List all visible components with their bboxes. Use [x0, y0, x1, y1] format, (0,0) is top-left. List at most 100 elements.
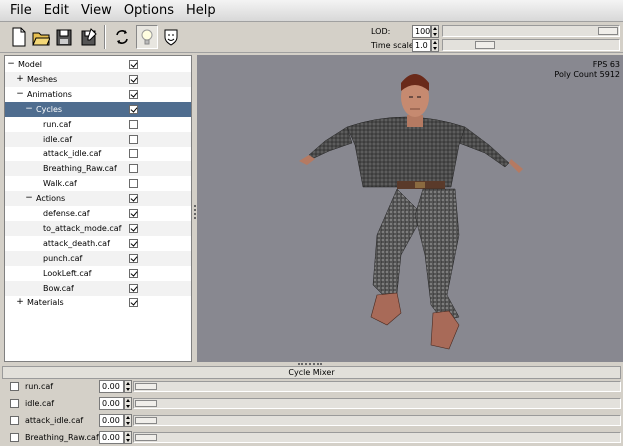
tree-row-checkbox[interactable] [129, 179, 138, 189]
app-window: File Edit View Options Help LOD: 100 Tim… [0, 0, 623, 446]
mixer-checkbox[interactable] [10, 433, 19, 442]
save-as-button[interactable] [78, 25, 100, 49]
timescale-slider-handle[interactable] [475, 41, 495, 49]
shield-icon [164, 29, 178, 46]
tree-row-checkbox[interactable] [129, 298, 138, 308]
tree-row-label: Meshes [27, 74, 58, 84]
tree-row[interactable]: attack_idle.caf [5, 146, 191, 161]
tree-expander[interactable]: + [16, 295, 24, 310]
lighting-toggle-button[interactable] [136, 25, 158, 49]
tree-row[interactable]: + Materials [5, 295, 191, 310]
refresh-icon [116, 30, 128, 44]
tree-row[interactable]: idle.caf [5, 131, 191, 147]
tree-expander[interactable]: − [25, 191, 33, 206]
timescale-spinbox[interactable]: 1.0 [412, 39, 431, 52]
mixer-weight-handle[interactable] [135, 400, 157, 407]
mixer-weight-handle[interactable] [135, 417, 157, 424]
mixer-weight-arrows[interactable] [124, 397, 132, 410]
tree-expander[interactable]: + [16, 72, 24, 87]
tree-row[interactable]: − Actions [5, 191, 191, 207]
mixer-weight-slider[interactable] [133, 415, 621, 426]
mixer-checkbox[interactable] [10, 399, 19, 408]
menu-options[interactable]: Options [118, 3, 180, 18]
menu-edit[interactable]: Edit [38, 3, 75, 18]
tree-row-label: Walk.caf [43, 179, 77, 189]
tree-row-label: to_attack_mode.caf [43, 223, 122, 233]
tree-row[interactable]: punch.caf [5, 250, 191, 266]
mixer-weight-slider[interactable] [133, 432, 621, 443]
tree-row-checkbox[interactable] [129, 74, 138, 84]
tree-row-label: Actions [36, 194, 66, 204]
tree-expander[interactable]: − [25, 102, 33, 117]
mixer-row: run.caf 0.00 [4, 379, 623, 396]
mixer-checkbox[interactable] [10, 416, 19, 425]
tree-row[interactable]: attack_death.caf [5, 236, 191, 251]
mixer-weight-spinbox[interactable]: 0.00 [99, 380, 124, 393]
tree-row[interactable]: defense.caf [5, 206, 191, 221]
tree-row[interactable]: to_attack_mode.caf [5, 220, 191, 236]
tree-expander[interactable]: − [7, 57, 15, 72]
toolbar-separator [104, 25, 106, 49]
timescale-spin-arrows[interactable] [431, 39, 439, 52]
tree-row-label: Cycles [36, 104, 63, 114]
tree-row[interactable]: + Meshes [5, 71, 191, 87]
mixer-weight-arrows[interactable] [124, 431, 132, 444]
menu-view[interactable]: View [75, 3, 118, 18]
tree-row-checkbox[interactable] [129, 60, 138, 69]
mixer-weight-slider[interactable] [133, 398, 621, 409]
tree-row-label: run.caf [43, 119, 72, 129]
lod-slider-handle[interactable] [598, 27, 618, 35]
tree-row-checkbox[interactable] [129, 134, 138, 144]
save-button[interactable] [53, 25, 75, 49]
mixer-weight-spinbox[interactable]: 0.00 [99, 397, 124, 410]
tree-row[interactable]: − Model [5, 57, 191, 72]
tree-row[interactable]: Bow.caf [5, 280, 191, 296]
tree-row-checkbox[interactable] [129, 253, 138, 263]
3d-viewport[interactable]: FPS 63 Poly Count 5912 [197, 55, 623, 362]
mixer-checkbox[interactable] [10, 382, 19, 391]
light-bulb-icon [141, 29, 153, 45]
tree-row-label: attack_death.caf [43, 238, 110, 248]
tree-row-checkbox[interactable] [129, 119, 138, 129]
lod-slider[interactable] [442, 25, 620, 37]
tree-row-checkbox[interactable] [129, 149, 138, 159]
mixer-weight-handle[interactable] [135, 434, 157, 441]
tree-row-checkbox[interactable] [129, 209, 138, 218]
tree-row-label: Animations [27, 89, 72, 99]
mixer-weight-slider[interactable] [133, 381, 621, 392]
tree-row[interactable]: − Cycles [5, 101, 191, 117]
refresh-button[interactable] [111, 25, 133, 49]
tree-row-checkbox[interactable] [129, 268, 138, 278]
scene-tree: − Model + Meshes − Animations − Cycles run.caf id… [4, 55, 192, 362]
tree-row[interactable]: Walk.caf [5, 176, 191, 191]
mixer-cycle-name: Breathing_Raw.caf [25, 433, 99, 442]
tree-row-label: punch.caf [43, 253, 83, 263]
tree-row-checkbox[interactable] [129, 223, 138, 233]
shield-button[interactable] [160, 25, 182, 49]
tree-row-checkbox[interactable] [129, 104, 138, 114]
tree-row-checkbox[interactable] [129, 164, 138, 174]
lod-spinbox[interactable]: 100 [412, 25, 431, 38]
tree-expander[interactable]: − [16, 87, 24, 102]
new-file-button[interactable] [8, 25, 30, 49]
mixer-weight-handle[interactable] [135, 383, 157, 390]
save-icon [56, 29, 72, 46]
mixer-weight-spinbox[interactable]: 0.00 [99, 431, 124, 444]
mixer-weight-arrows[interactable] [124, 380, 132, 393]
tree-row-checkbox[interactable] [129, 89, 138, 99]
mixer-weight-spinbox[interactable]: 0.00 [99, 414, 124, 427]
tree-row[interactable]: Breathing_Raw.caf [5, 161, 191, 177]
menu-file[interactable]: File [4, 3, 38, 18]
tree-row[interactable]: LookLeft.caf [5, 266, 191, 281]
tree-row-checkbox[interactable] [129, 283, 138, 293]
tree-row-checkbox[interactable] [129, 194, 138, 204]
timescale-slider[interactable] [442, 39, 620, 51]
lod-spin-arrows[interactable] [431, 25, 439, 38]
open-button[interactable] [30, 25, 52, 49]
mixer-cycle-name: run.caf [25, 382, 54, 391]
tree-row[interactable]: − Animations [5, 87, 191, 102]
tree-row[interactable]: run.caf [5, 117, 191, 132]
menu-help[interactable]: Help [180, 3, 222, 18]
tree-row-checkbox[interactable] [129, 238, 138, 248]
mixer-weight-arrows[interactable] [124, 414, 132, 427]
